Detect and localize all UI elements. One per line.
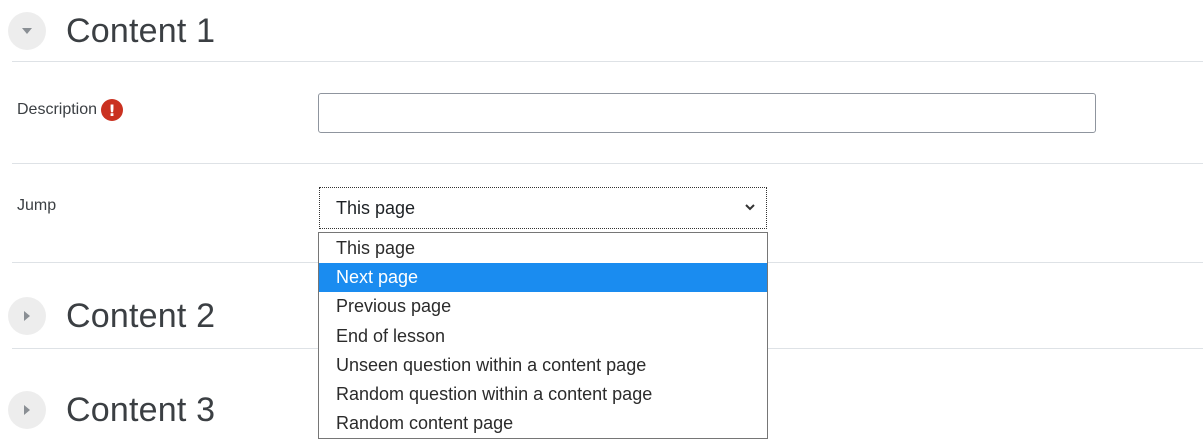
section-header-content-2[interactable]: Content 2 [8, 294, 215, 338]
required-icon: ! [101, 99, 124, 121]
jump-selected-value: This page [336, 197, 416, 218]
section-title: Content 1 [66, 11, 216, 50]
chevron-down-icon [745, 204, 755, 211]
jump-select[interactable]: This page [319, 187, 767, 229]
dropdown-option[interactable]: End of lesson [319, 322, 767, 351]
description-label-row: Description ! [17, 99, 124, 121]
section-header-content-3[interactable]: Content 3 [8, 388, 215, 432]
dropdown-option[interactable]: This page [319, 234, 767, 263]
description-input[interactable] [318, 93, 1096, 133]
dropdown-option[interactable]: Previous page [319, 292, 767, 321]
description-label: Description [17, 101, 98, 118]
jump-label: Jump [17, 197, 57, 214]
section-header-content-1[interactable]: Content 1 [8, 9, 215, 53]
section-divider [12, 61, 1203, 62]
row-divider [12, 163, 1203, 164]
dropdown-option[interactable]: Random question within a content page [319, 380, 767, 409]
dropdown-option-highlighted[interactable]: Next page [319, 263, 767, 293]
dropdown-option[interactable]: Random content page [319, 409, 767, 438]
dropdown-option[interactable]: Unseen question within a content page [319, 351, 767, 380]
expand-chevron-icon[interactable] [8, 391, 46, 429]
section-title: Content 2 [66, 296, 216, 335]
collapse-chevron-icon[interactable] [8, 12, 46, 50]
expand-chevron-icon[interactable] [8, 297, 46, 335]
section-title: Content 3 [66, 390, 216, 429]
jump-dropdown-list[interactable]: This page Next page Previous page End of… [318, 232, 768, 439]
